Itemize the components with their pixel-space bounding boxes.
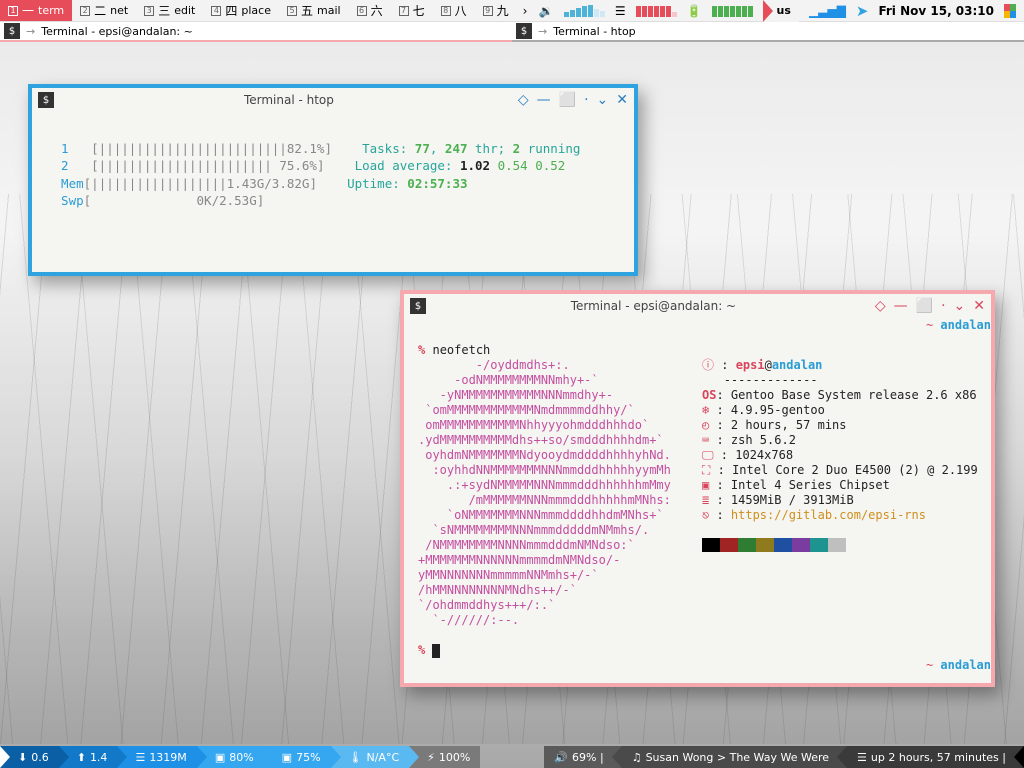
window-title: Terminal - htop [60, 93, 518, 107]
prompt-host-right-2: ~ andalan [926, 658, 991, 673]
upload-icon: ⬆ [77, 751, 86, 764]
chevron-down-icon[interactable]: ⌄ [597, 92, 609, 108]
workspace-switcher: 1一term 2二net 3三edit 4四place 5五mail 6六 7七… [0, 0, 533, 21]
terminal-icon: $ [38, 92, 54, 108]
bolt-icon: ⚡ [427, 751, 435, 764]
maximize-icon[interactable]: ⬜ [559, 92, 576, 108]
download-icon: ⬇ [18, 751, 27, 764]
cursor [432, 644, 440, 658]
temp: 🌡N/A°C [331, 746, 410, 768]
dot-icon[interactable]: · [941, 298, 945, 314]
arrow-icon: → [538, 25, 547, 38]
maximize-icon[interactable]: ⬜ [916, 298, 933, 314]
pin-icon[interactable]: ◇ [875, 298, 886, 314]
uptime: ☰up 2 hours, 57 minutes | [847, 746, 1024, 768]
ws-num: 1 [8, 6, 18, 16]
battery: ⚡100% [409, 746, 480, 768]
workspace-3[interactable]: 3三edit [136, 0, 203, 21]
cpu-icon: ▣ [282, 751, 292, 764]
workspace-5[interactable]: 5五mail [279, 0, 349, 21]
cpu0: ▣80% [197, 746, 264, 768]
window-htop[interactable]: $ Terminal - htop ◇ — ⬜ · ⌄ ✕ 1 [|||||||… [28, 84, 638, 276]
arrow-icon: → [26, 25, 35, 38]
window-title: Terminal - epsi@andalan: ~ [432, 299, 875, 313]
disk-icon: ☰ [615, 4, 626, 18]
workspace-1[interactable]: 1一term [0, 0, 72, 21]
mem-graph [636, 5, 677, 17]
workspace-6[interactable]: 6六 [349, 0, 391, 21]
terminal-icon: $ [4, 23, 20, 39]
minimize-icon[interactable]: — [537, 92, 551, 108]
disk-icon: ☰ [857, 751, 867, 764]
window-buttons: ◇ — ⬜ · ⌄ ✕ [518, 92, 628, 108]
memory-icon: ☰ [135, 751, 145, 764]
cpu-icon: ▣ [215, 751, 225, 764]
thermometer-icon: 🌡 [349, 751, 363, 764]
window-buttons: ◇ — ⬜ · ⌄ ✕ [875, 298, 985, 314]
keyboard-layout[interactable]: us [763, 0, 799, 22]
terminal-icon: $ [516, 23, 532, 39]
clock[interactable]: Fri Nov 15, 03:10 [878, 4, 994, 18]
cpu-graph [564, 5, 605, 17]
now-playing[interactable]: ♫Susan Wong > The Way We Were [622, 746, 847, 768]
close-icon[interactable]: ✕ [973, 298, 985, 314]
net-up: ⬆1.4 [59, 746, 118, 768]
task-row: $→Terminal - epsi@andalan: ~ $→Terminal … [0, 22, 1024, 42]
workspace-more-icon: › [517, 4, 534, 18]
color-swatches [702, 538, 978, 552]
pin-icon[interactable]: ◇ [518, 92, 529, 108]
workspace-4[interactable]: 4四place [203, 0, 279, 21]
network-signal-icon: ▁▃▅▇ [809, 4, 846, 18]
workspace-9[interactable]: 9九 [475, 0, 517, 21]
telegram-icon[interactable]: ➤ [856, 2, 869, 20]
titlebar[interactable]: $ Terminal - htop ◇ — ⬜ · ⌄ ✕ [32, 88, 634, 112]
terminal-icon: $ [410, 298, 426, 314]
dot-icon[interactable]: · [584, 92, 588, 108]
cpu1: ▣75% [264, 746, 331, 768]
titlebar[interactable]: $ Terminal - epsi@andalan: ~ ◇ — ⬜ · ⌄ ✕ [404, 294, 991, 318]
music-icon: ♫ [632, 751, 642, 764]
minimize-icon[interactable]: — [894, 298, 908, 314]
speaker-icon: 🔊 [554, 751, 568, 764]
bottombar: ⬇0.6 ⬆1.4 ☰1319M ▣80% ▣75% 🌡N/A°C ⚡100% … [0, 746, 1024, 768]
topbar: 1一term 2二net 3三edit 4四place 5五mail 6六 7七… [0, 0, 1024, 22]
chevron-down-icon[interactable]: ⌄ [954, 298, 966, 314]
task-terminal-epsi[interactable]: $→Terminal - epsi@andalan: ~ [0, 22, 512, 42]
volume-level[interactable]: 🔊69% | [544, 746, 621, 768]
workspace-7[interactable]: 7七 [391, 0, 433, 21]
battery-icon: 🔋 [687, 4, 702, 18]
close-icon[interactable]: ✕ [616, 92, 628, 108]
task-terminal-htop[interactable]: $→Terminal - htop [512, 22, 1024, 42]
net-down: ⬇0.6 [0, 746, 59, 768]
mem-used: ☰1319M [117, 746, 196, 768]
workspace-8[interactable]: 8八 [433, 0, 475, 21]
system-tray: 🔉 ☰ 🔋 us ▁▃▅▇ ➤ Fri Nov 15, 03:10 [539, 0, 1024, 21]
prompt-host-right: ~ andalan [926, 318, 991, 333]
htop-output: 1 [|||||||||||||||||||||||||82.1%] Tasks… [32, 112, 634, 272]
window-neofetch[interactable]: $ Terminal - epsi@andalan: ~ ◇ — ⬜ · ⌄ ✕… [400, 290, 995, 687]
workspace-2[interactable]: 2二net [72, 0, 136, 21]
color-strip-icon [1004, 4, 1016, 18]
bat-graph [712, 5, 753, 17]
neofetch-output: % neofetch -/oyddmdhs+:. -odNMMMMMMMMNNm… [404, 318, 991, 683]
volume-icon[interactable]: 🔉 [539, 4, 554, 18]
